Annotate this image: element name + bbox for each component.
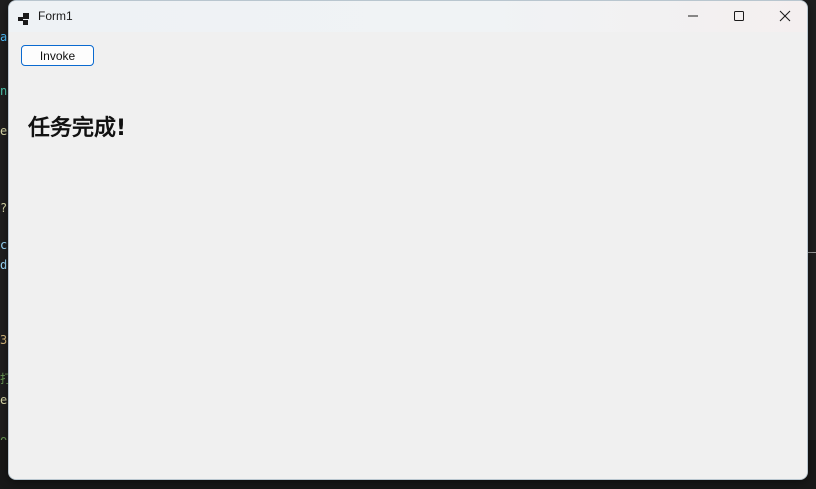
title-bar[interactable]: Form1 (9, 1, 807, 32)
minimize-icon (687, 7, 699, 26)
close-button[interactable] (762, 1, 807, 32)
editor-fragment: d (0, 258, 8, 272)
editor-fragment: 3 (0, 333, 8, 347)
editor-fragment: a (0, 30, 8, 44)
minimize-button[interactable] (670, 1, 716, 32)
editor-fragment: ? (0, 201, 8, 215)
maximize-button[interactable] (716, 1, 762, 32)
form1-window: Form1 Invoke 任务完成! (8, 0, 808, 480)
editor-fragment: c (0, 238, 8, 252)
invoke-button[interactable]: Invoke (21, 45, 94, 66)
editor-fragment: e (0, 124, 8, 138)
window-title: Form1 (38, 9, 73, 23)
close-icon (779, 7, 791, 26)
editor-fragment: n (0, 84, 8, 98)
maximize-icon (733, 7, 745, 26)
editor-fragment: e (0, 393, 8, 407)
form-client-area: Invoke 任务完成! (9, 32, 807, 479)
app-form-icon (18, 10, 31, 25)
status-label: 任务完成! (28, 116, 127, 141)
